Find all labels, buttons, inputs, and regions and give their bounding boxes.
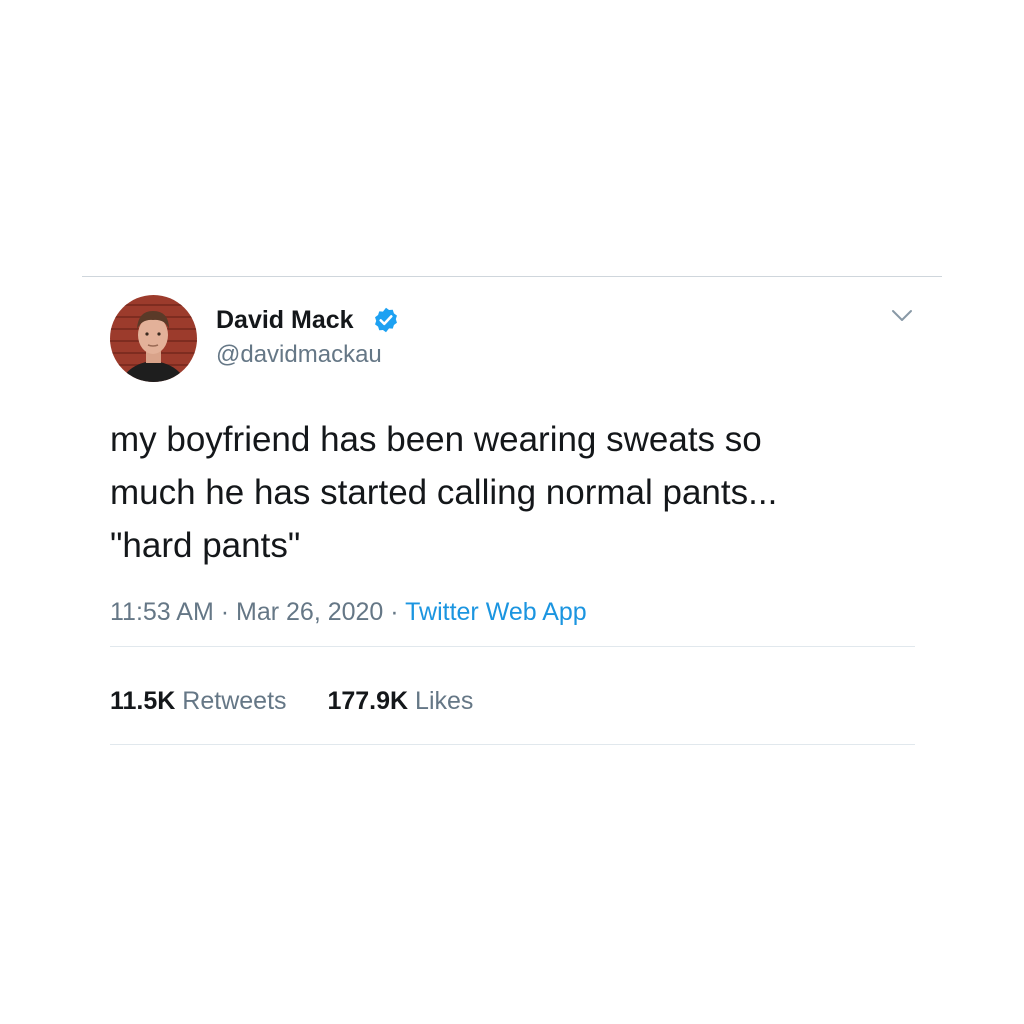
divider [110, 744, 915, 745]
likes-count: 177.9K [327, 687, 409, 715]
retweets-label: Retweets [182, 687, 287, 715]
likes-label: Likes [415, 687, 474, 715]
author-handle[interactable]: @davidmackau [216, 340, 382, 370]
divider [110, 646, 915, 647]
tweet-text: my boyfriend has been wearing sweats so … [110, 413, 900, 572]
tweet-text-line: my boyfriend has been wearing sweats so [110, 420, 762, 459]
tweet-date[interactable]: Mar 26, 2020 [236, 598, 383, 626]
tweet-text-line: "hard pants" [110, 526, 301, 565]
tweet-text-line: much he has started calling normal pants… [110, 473, 778, 512]
meta-separator: · [390, 598, 399, 626]
tweet-metadata: 11:53 AM · Mar 26, 2020 · Twitter Web Ap… [110, 596, 587, 628]
likes-stat[interactable]: 177.9K Likes [327, 685, 473, 717]
avatar[interactable] [110, 295, 197, 382]
tweet-source-link[interactable]: Twitter Web App [405, 598, 587, 626]
chevron-down-icon[interactable] [890, 306, 914, 326]
tweet-time[interactable]: 11:53 AM [110, 598, 214, 626]
engagement-stats: 11.5K Retweets 177.9K Likes [110, 685, 473, 717]
retweets-stat[interactable]: 11.5K Retweets [110, 685, 287, 717]
verified-badge-icon [375, 307, 397, 333]
tweet-card: David Mack @davidmackau my boyfriend has… [0, 0, 1024, 1024]
top-divider [82, 276, 942, 277]
retweets-count: 11.5K [110, 687, 176, 715]
author-name[interactable]: David Mack [216, 305, 354, 335]
meta-separator: · [220, 598, 230, 626]
